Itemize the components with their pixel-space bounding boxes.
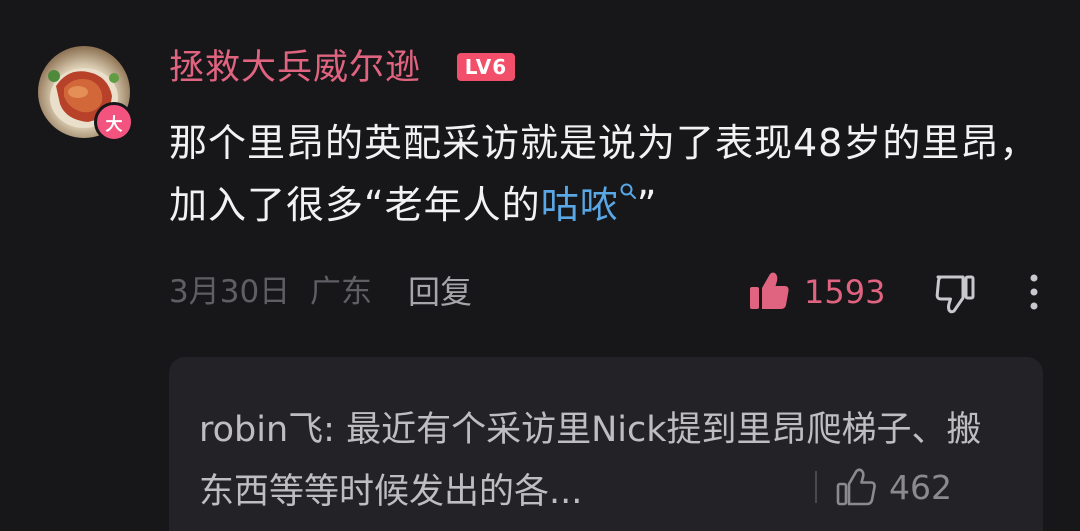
keyword-link[interactable]: 咕哝 [541,183,637,227]
thumbs-down-icon[interactable] [933,271,977,315]
comment-location: 广东 [310,274,373,310]
search-icon[interactable] [619,182,637,200]
reply-preview-box[interactable]: robin飞: 最近有个采访里Nick提到里昂爬梯子、搬东西等等时候发出的各..… [169,357,1043,531]
reply-thumbs-up-icon[interactable] [835,466,877,508]
comment-text-end: ” [636,183,658,227]
comment-date: 3月30日 [169,274,291,310]
keyword-text[interactable]: 咕哝 [541,183,619,227]
level-badge: LV6 [457,53,515,81]
avatar[interactable]: 大 [38,46,134,142]
like-count: 1593 [804,273,886,311]
reply-like-group[interactable]: 462 [815,465,952,509]
comment-meta: 3月30日 广东 [169,270,372,314]
reply-button[interactable]: 回复 [408,270,472,314]
thumbs-up-icon[interactable] [748,270,790,312]
reply-like-count: 462 [889,467,952,507]
comment-text: 那个里昂的英配采访就是说为了表现48岁的里昂，加入了很多“老年人的咕哝” [169,112,1049,236]
username[interactable]: 拯救大兵威尔逊 [169,43,421,93]
divider [815,471,817,503]
avatar-badge: 大 [94,102,134,142]
more-options-icon[interactable] [1022,270,1046,314]
